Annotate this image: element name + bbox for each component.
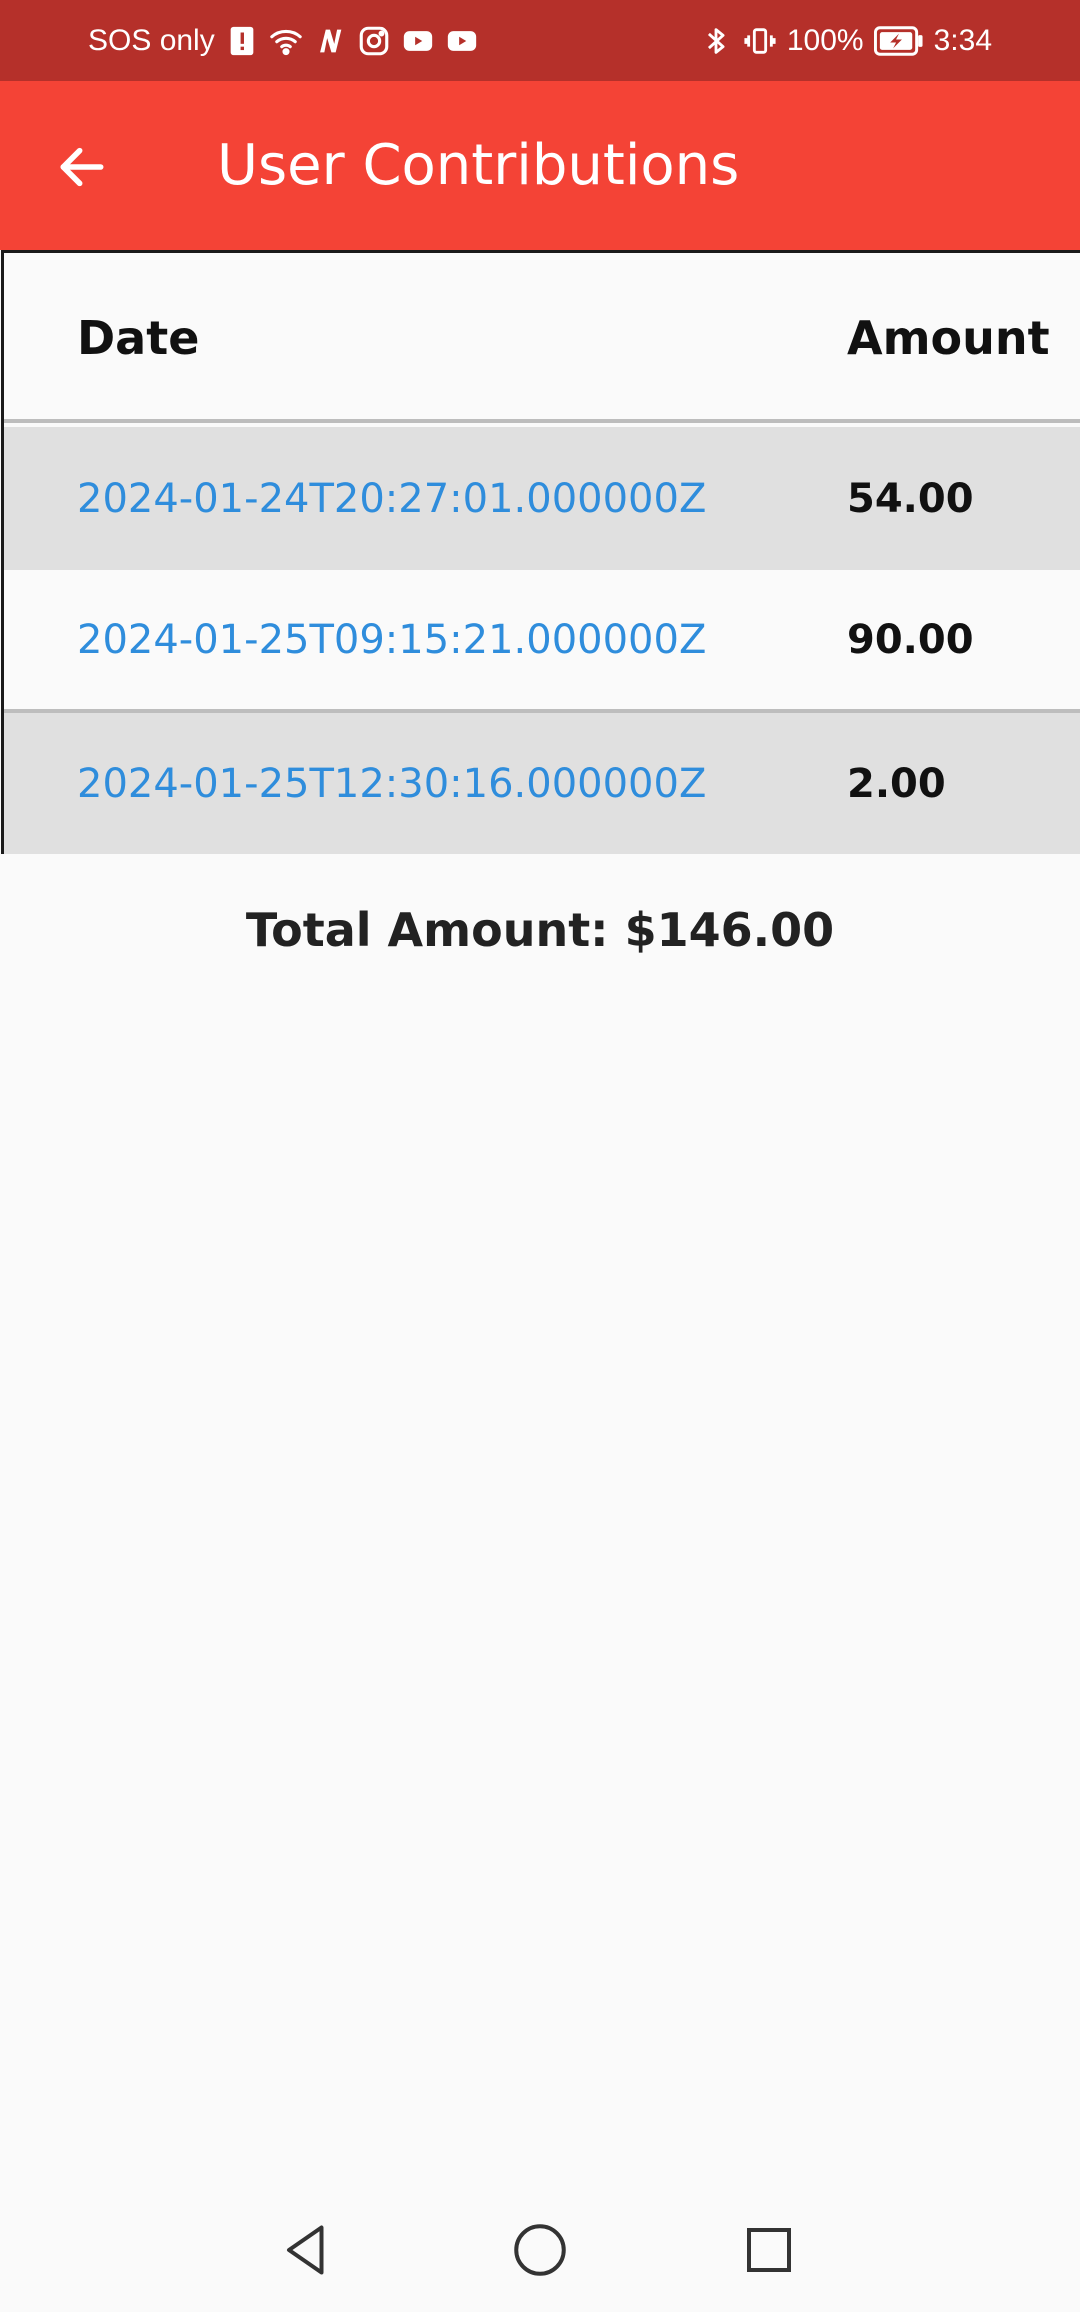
- nav-back-button[interactable]: [274, 2215, 344, 2285]
- date-link[interactable]: 2024-01-25T12:30:16.000000Z: [77, 713, 706, 854]
- navigation-bar: [0, 2190, 1080, 2312]
- status-bar-right: 100% 3:34: [699, 0, 992, 81]
- status-bar-left: SOS only: [88, 0, 479, 81]
- table-header: Date Amount: [4, 253, 1080, 423]
- wifi-icon: [269, 24, 303, 58]
- table-row: 2024-01-25T12:30:16.000000Z 2.00: [4, 713, 1080, 854]
- alert-icon: [225, 24, 259, 58]
- contributions-table: Date Amount 2024-01-24T20:27:01.000000Z …: [1, 250, 1080, 854]
- page-title: User Contributions: [217, 133, 740, 198]
- nav-back-icon: [287, 2225, 324, 2275]
- table-row: 2024-01-24T20:27:01.000000Z 54.00: [4, 427, 1080, 570]
- total-amount: Total Amount: $146.00: [245, 903, 835, 957]
- nfc-icon: [313, 24, 347, 58]
- column-header-date: Date: [77, 311, 200, 365]
- column-header-amount: Amount: [847, 311, 1050, 365]
- nav-home-button[interactable]: [505, 2215, 575, 2285]
- youtube-icon: [401, 24, 435, 58]
- instagram-icon: [357, 24, 391, 58]
- youtube-icon: [445, 24, 479, 58]
- amount-value: 2.00: [847, 760, 946, 807]
- clock: 3:34: [933, 23, 992, 57]
- amount-value: 54.00: [847, 475, 974, 522]
- date-link[interactable]: 2024-01-25T09:15:21.000000Z: [77, 570, 706, 709]
- back-button[interactable]: [40, 125, 124, 209]
- date-link[interactable]: 2024-01-24T20:27:01.000000Z: [77, 427, 706, 570]
- battery-charging-icon: [873, 24, 924, 58]
- carrier-label: SOS only: [88, 23, 215, 57]
- vibrate-icon: [743, 24, 777, 58]
- table-row: 2024-01-25T09:15:21.000000Z 90.00: [4, 570, 1080, 713]
- nav-home-icon: [514, 2224, 566, 2276]
- nav-recents-button[interactable]: [734, 2215, 804, 2285]
- arrow-left-icon: [60, 147, 104, 187]
- battery-percent: 100%: [786, 23, 864, 57]
- bluetooth-icon: [699, 24, 733, 58]
- status-bar: SOS only 100% 3:34: [0, 0, 1080, 81]
- app-bar: User Contributions: [0, 81, 1080, 250]
- nav-recents-icon: [747, 2228, 791, 2272]
- amount-value: 90.00: [847, 616, 974, 663]
